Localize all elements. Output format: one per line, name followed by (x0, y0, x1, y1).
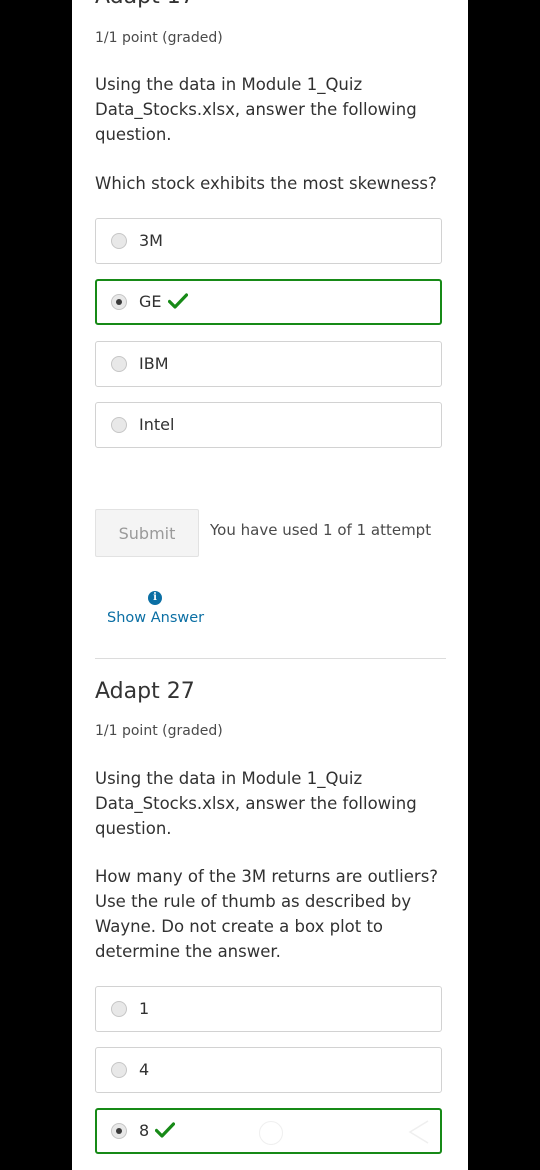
question-points: 1/1 point (graded) (95, 30, 223, 46)
divider (95, 658, 446, 659)
answer-choice-correct[interactable]: GE (95, 279, 442, 325)
question-heading: Adapt 17 (95, 0, 195, 9)
question-text: Which stock exhibits the most skewness? (95, 174, 437, 193)
radio-button[interactable] (111, 233, 127, 249)
answer-choice[interactable]: Intel (95, 402, 442, 448)
question-heading: Adapt 27 (95, 679, 195, 704)
radio-button-selected[interactable] (111, 1123, 127, 1139)
radio-button-selected[interactable] (111, 294, 127, 310)
back-nav-ghost-icon (408, 1120, 429, 1144)
question-points: 1/1 point (graded) (95, 723, 223, 739)
answer-choice[interactable]: 4 (95, 1047, 442, 1093)
choice-label: 3M (139, 231, 163, 250)
question-prompt: Using the data in Module 1_Quiz Data_Sto… (95, 769, 417, 838)
choice-label-group: GE (139, 292, 188, 311)
choice-label: 1 (139, 999, 150, 1018)
choice-label: 4 (139, 1060, 150, 1079)
choice-label: GE (139, 292, 162, 311)
answer-choice-correct[interactable]: 8 (95, 1108, 442, 1154)
radio-button[interactable] (111, 356, 127, 372)
question-prompt: Using the data in Module 1_Quiz Data_Sto… (95, 75, 417, 144)
submit-button[interactable]: Submit (95, 509, 199, 557)
choice-label: Intel (139, 415, 175, 434)
answer-choice[interactable]: 3M (95, 218, 442, 264)
attempts-text: You have used 1 of 1 attempt (210, 521, 432, 539)
info-icon[interactable]: i (148, 591, 162, 605)
show-answer-link[interactable]: Show Answer (107, 610, 204, 626)
answer-choice[interactable]: IBM (95, 341, 442, 387)
radio-button[interactable] (111, 1062, 127, 1078)
choice-label: IBM (139, 354, 169, 373)
quiz-page: Adapt 17 1/1 point (graded) Using the da… (72, 0, 468, 1170)
choice-label-group: 8 (139, 1121, 176, 1140)
checkmark-icon (167, 293, 188, 309)
choice-label: 8 (139, 1121, 150, 1140)
radio-button[interactable] (111, 417, 127, 433)
answer-choice[interactable]: 1 (95, 986, 442, 1032)
checkmark-icon (155, 1122, 176, 1138)
home-nav-ghost-icon (259, 1121, 283, 1145)
question-text: How many of the 3M returns are outliers?… (95, 867, 439, 961)
radio-button[interactable] (111, 1001, 127, 1017)
